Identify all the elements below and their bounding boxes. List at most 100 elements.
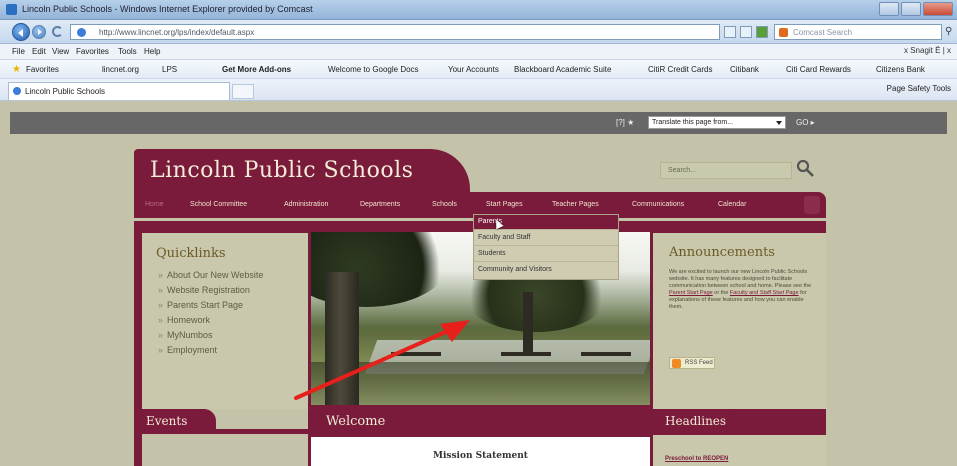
menu-favorites[interactable]: Favorites (76, 47, 109, 56)
quicklinks-panel: Quicklinks About Our New Website Website… (142, 233, 308, 409)
fav-link[interactable]: lincnet.org (102, 65, 139, 74)
announcements-title: Announcements (669, 245, 775, 260)
nav-administration[interactable]: Administration (284, 201, 328, 208)
quicklinks-list: About Our New Website Website Registrati… (158, 270, 263, 360)
dropdown-item-community-visitors[interactable]: Community and Visitors (474, 263, 618, 278)
fav-link[interactable]: Blackboard Academic Suite (514, 65, 611, 74)
headlines-title: Headlines (665, 414, 727, 428)
nav-home[interactable]: Home (145, 201, 164, 208)
recent-pages-icon[interactable] (52, 26, 63, 37)
quicklink-item[interactable]: Parents Start Page (158, 300, 263, 315)
fav-link[interactable]: Citi Card Rewards (786, 65, 851, 74)
annotation-arrow-icon (294, 320, 470, 400)
close-button[interactable] (923, 2, 953, 16)
translate-select-value: Translate this page from... (652, 119, 734, 126)
nav-departments[interactable]: Departments (360, 201, 400, 208)
url-text: http://www.lincnet.org/lps/index/default… (99, 28, 255, 37)
fav-link[interactable]: Your Accounts (448, 65, 499, 74)
favorites-button[interactable]: Favorites (26, 65, 59, 74)
nav-schools[interactable]: Schools (432, 201, 457, 208)
quicklink-item[interactable]: Employment (158, 345, 263, 360)
mission-statement-heading: Mission Statement (433, 451, 528, 461)
window-title: Lincoln Public Schools - Windows Interne… (22, 4, 313, 14)
quicklink-item[interactable]: About Our New Website (158, 270, 263, 285)
faculty-start-page-link[interactable]: Faculty and Staff Start Page (730, 290, 799, 296)
refresh-button[interactable] (740, 26, 752, 38)
menu-edit[interactable]: Edit (32, 47, 46, 56)
nav-calendar[interactable]: Calendar (718, 201, 746, 208)
maximize-button[interactable] (901, 2, 921, 16)
headlines-header: Headlines (653, 409, 741, 435)
events-rule (216, 429, 308, 434)
nav-start-pages[interactable]: Start Pages (486, 201, 523, 208)
fav-link[interactable]: Get More Add-ons (222, 65, 291, 74)
compatibility-icon[interactable] (724, 26, 736, 38)
menu-bar: File Edit View Favorites Tools Help x Sn… (0, 44, 957, 60)
translate-label: [?] ★ (616, 118, 635, 127)
events-title: Events (146, 414, 188, 428)
menu-right-tools[interactable]: x Snagit Ë | x (904, 46, 951, 55)
new-tab-button[interactable] (232, 84, 254, 99)
search-icon[interactable] (796, 159, 814, 177)
minimize-button[interactable] (879, 2, 899, 16)
rss-label: RSS Feed (685, 360, 713, 366)
rss-feed-button[interactable]: RSS Feed (669, 357, 715, 369)
menu-view[interactable]: View (52, 47, 69, 56)
announce-text-part: or the (712, 290, 730, 296)
tab-label: Lincoln Public Schools (25, 87, 106, 96)
photo-bench (581, 352, 631, 356)
announce-text-part: We are excited to launch our new Lincoln… (669, 269, 812, 289)
events-header: Events (134, 409, 216, 434)
photo-tree-trunk (523, 292, 533, 352)
forward-button[interactable] (32, 25, 46, 39)
welcome-body: Mission Statement (311, 437, 650, 466)
go-button[interactable] (756, 26, 768, 38)
nav-school-committee[interactable]: School Committee (190, 201, 247, 208)
announcements-text: We are excited to launch our new Lincoln… (669, 269, 815, 311)
command-bar[interactable]: Page Safety Tools (887, 84, 951, 93)
window-controls (879, 2, 953, 16)
url-input[interactable]: http://www.lincnet.org/lps/index/default… (70, 24, 720, 40)
fav-link[interactable]: Citizens Bank (876, 65, 925, 74)
welcome-title: Welcome (326, 414, 386, 429)
site-search-input[interactable]: Search... (660, 162, 792, 179)
fav-link[interactable]: Welcome to Google Docs (328, 65, 419, 74)
address-bar: http://www.lincnet.org/lps/index/default… (0, 20, 957, 44)
photo-bench (501, 352, 551, 356)
menu-tools[interactable]: Tools (118, 47, 137, 56)
quicklinks-title: Quicklinks (156, 246, 226, 261)
quicklink-item[interactable]: MyNumbos (158, 330, 263, 345)
nav-end-cap (804, 196, 820, 214)
tab-bar: Lincoln Public Schools Page Safety Tools (0, 79, 957, 101)
menu-help[interactable]: Help (144, 47, 160, 56)
browser-search-placeholder: Comcast Search (793, 28, 853, 37)
fav-link[interactable]: LPS (162, 65, 177, 74)
favorites-star-icon[interactable]: ★ (12, 64, 21, 75)
quicklink-item[interactable]: Homework (158, 315, 263, 330)
fav-link[interactable]: CitiR Credit Cards (648, 65, 712, 74)
ie-icon (6, 4, 17, 15)
parent-start-page-link[interactable]: Parent Start Page (669, 290, 713, 296)
nav-teacher-pages[interactable]: Teacher Pages (552, 201, 599, 208)
announcements-panel: Announcements We are excited to launch o… (653, 233, 826, 409)
quicklink-item[interactable]: Website Registration (158, 285, 263, 300)
site-favicon (77, 28, 86, 37)
fav-link[interactable]: Citibank (730, 65, 759, 74)
back-button[interactable] (12, 23, 30, 41)
window-titlebar: Lincoln Public Schools - Windows Interne… (0, 0, 957, 20)
nav-communications[interactable]: Communications (632, 201, 684, 208)
page-viewport: [?] ★ Translate this page from... GO ▸ L… (0, 101, 957, 466)
browser-search-input[interactable]: Comcast Search (774, 24, 942, 40)
menu-file[interactable]: File (12, 47, 25, 56)
rss-icon (672, 359, 681, 368)
site-search-placeholder: Search... (668, 167, 697, 174)
site-title[interactable]: Lincoln Public Schools (150, 158, 413, 183)
dropdown-item-students[interactable]: Students (474, 247, 618, 262)
translate-go-button[interactable]: GO ▸ (796, 118, 815, 127)
tab-lincoln-public-schools[interactable]: Lincoln Public Schools (8, 82, 230, 100)
translate-select[interactable]: Translate this page from... (648, 116, 786, 129)
translate-strip: [?] ★ Translate this page from... GO ▸ (10, 112, 947, 134)
search-icon[interactable]: ⚲ (945, 26, 952, 37)
headline-link[interactable]: Preschool to REOPEN (665, 456, 728, 462)
dropdown-item-faculty-staff[interactable]: Faculty and Staff (474, 231, 618, 246)
